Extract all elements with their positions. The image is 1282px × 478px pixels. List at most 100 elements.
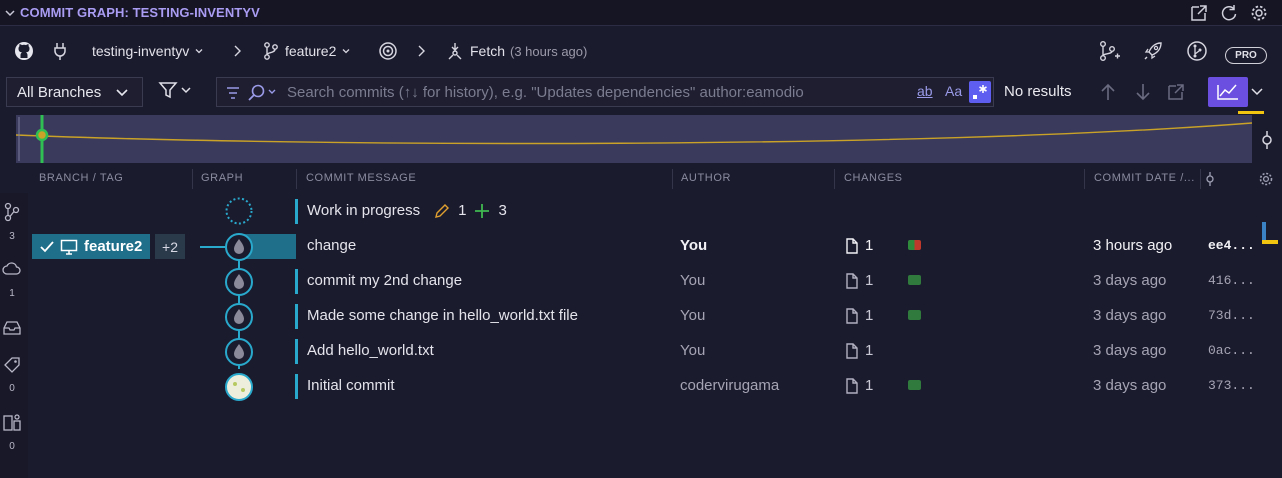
settings-gear-icon[interactable]	[1249, 3, 1269, 23]
activity-minimap[interactable]	[16, 115, 1252, 163]
chevron-down-icon[interactable]	[4, 7, 16, 19]
column-header-row: BRANCH / TAG GRAPH COMMIT MESSAGE AUTHOR…	[28, 165, 1282, 193]
commit-date: 3 days ago	[1093, 307, 1167, 324]
diff-stat-bar	[908, 240, 921, 250]
regex-toggle[interactable]	[969, 81, 991, 103]
commit-changes: 1	[845, 298, 873, 333]
search-mode-icon[interactable]	[225, 85, 241, 101]
search-input[interactable]	[287, 82, 907, 102]
pencil-icon	[435, 203, 450, 218]
filter-icon[interactable]	[158, 80, 194, 102]
column-changes[interactable]: CHANGES	[844, 172, 903, 184]
branches-icon[interactable]	[3, 202, 21, 222]
chevron-down-icon[interactable]	[1250, 84, 1264, 98]
github-icon[interactable]	[14, 26, 34, 76]
files-changed-count: 1	[865, 237, 874, 254]
column-divider[interactable]	[672, 169, 673, 189]
refresh-icon[interactable]	[1219, 3, 1239, 23]
column-author[interactable]: AUTHOR	[681, 172, 731, 184]
target-icon[interactable]	[378, 26, 398, 76]
commit-changes: 1	[845, 263, 873, 298]
commit-author: codervirugama	[680, 377, 780, 394]
column-divider[interactable]	[192, 169, 193, 189]
create-branch-icon[interactable]	[1098, 26, 1120, 76]
commit-sha-column-icon[interactable]	[1203, 171, 1217, 187]
chart-line-icon	[1217, 84, 1238, 100]
commit-author: You	[680, 272, 706, 289]
rocket-icon[interactable]	[1142, 26, 1164, 76]
commit-message: Initial commit	[307, 377, 395, 394]
wip-row[interactable]: Work in progress 1 3	[28, 193, 1254, 228]
column-branch-tag[interactable]: BRANCH / TAG	[39, 172, 123, 184]
repository-selector[interactable]: testing-inventyv	[92, 26, 204, 76]
commit-changes: 1	[845, 368, 873, 403]
files-changed-count: 1	[865, 272, 874, 289]
column-divider[interactable]	[296, 169, 297, 189]
commit-sha: ee4...	[1208, 238, 1255, 253]
column-commit-message[interactable]: COMMIT MESSAGE	[306, 172, 416, 184]
open-in-editor-icon[interactable]	[1189, 3, 1209, 23]
scrollbar-marker[interactable]	[1260, 222, 1278, 244]
column-divider[interactable]	[1200, 169, 1201, 189]
match-whole-word-toggle[interactable]: ab	[917, 83, 933, 99]
column-graph[interactable]: GRAPH	[201, 172, 243, 184]
pro-badge[interactable]: PRO	[1225, 47, 1267, 64]
remotes-cloud-icon[interactable]	[2, 261, 22, 277]
file-icon	[846, 237, 858, 254]
search-icon[interactable]	[247, 83, 283, 103]
chevron-right-icon	[232, 26, 242, 76]
diff-stat-bar	[908, 310, 921, 320]
column-commit-date[interactable]: COMMIT DATE /...	[1094, 172, 1195, 184]
diff-stat-bar	[908, 275, 921, 285]
diff-stat-bar	[908, 380, 921, 390]
repository-name: testing-inventyv	[92, 43, 190, 59]
commit-message: Add hello_world.txt	[307, 342, 434, 359]
previous-result-arrow-icon[interactable]	[1098, 82, 1118, 102]
column-divider[interactable]	[1084, 169, 1085, 189]
commit-row[interactable]: Made some change in hello_world.txt file…	[28, 298, 1255, 333]
open-results-icon[interactable]	[1166, 82, 1186, 102]
files-changed-count: 1	[865, 307, 874, 324]
commit-icon[interactable]	[1258, 130, 1276, 150]
fetch-button[interactable]: Fetch (3 hours ago)	[445, 26, 587, 76]
column-divider[interactable]	[834, 169, 835, 189]
branch-filter-dropdown[interactable]: All Branches	[6, 77, 143, 107]
commit-sha: 373...	[1208, 378, 1255, 393]
plug-icon[interactable]	[52, 26, 68, 76]
graph-toolbar: testing-inventyv feature2 Fetch (3 hours…	[0, 26, 1282, 76]
commit-row[interactable]: Add hello_world.txt You 1 3 days ago 0ac…	[28, 333, 1255, 368]
commit-row[interactable]: Initial commit codervirugama 1 3 days ag…	[28, 368, 1255, 403]
fetch-label: Fetch	[470, 43, 506, 59]
stashes-inbox-icon[interactable]	[2, 319, 22, 337]
commit-message: change	[307, 237, 357, 254]
commit-sha: 416...	[1208, 273, 1255, 288]
next-result-arrow-icon[interactable]	[1133, 82, 1153, 102]
commit-date: 3 days ago	[1093, 342, 1167, 359]
file-icon	[846, 342, 858, 359]
files-changed-count: 1	[865, 342, 874, 359]
chevron-down-icon	[116, 89, 128, 97]
git-branch-icon	[264, 42, 278, 60]
branch-selector[interactable]: feature2	[262, 26, 351, 76]
worktrees-icon[interactable]	[2, 413, 22, 433]
commit-search-box: ab Aa	[216, 77, 994, 107]
file-icon	[846, 377, 858, 394]
tags-icon[interactable]	[3, 356, 23, 374]
commit-sha: 73d...	[1208, 308, 1255, 323]
graph-sidebar: 3 1 0 0	[0, 193, 28, 478]
match-case-toggle[interactable]: Aa	[945, 83, 962, 99]
chevron-down-icon	[195, 49, 203, 54]
commit-date: 3 days ago	[1093, 272, 1167, 289]
commit-changes: 1	[845, 333, 873, 368]
column-settings-gear-icon[interactable]	[1258, 171, 1274, 187]
plus-icon	[475, 203, 490, 218]
commit-row[interactable]: change You 1 3 hours ago ee4...	[28, 228, 1255, 263]
commit-row[interactable]: commit my 2nd change You 1 3 days ago 41…	[28, 263, 1255, 298]
regex-icon	[973, 85, 987, 99]
wip-added-count: 3	[498, 202, 507, 219]
gitkraken-icon[interactable]	[1186, 26, 1208, 76]
commit-message: Made some change in hello_world.txt file	[307, 307, 578, 324]
branches-count: 3	[9, 231, 15, 242]
file-icon	[846, 272, 858, 289]
minimap-toggle-button[interactable]	[1208, 77, 1248, 107]
